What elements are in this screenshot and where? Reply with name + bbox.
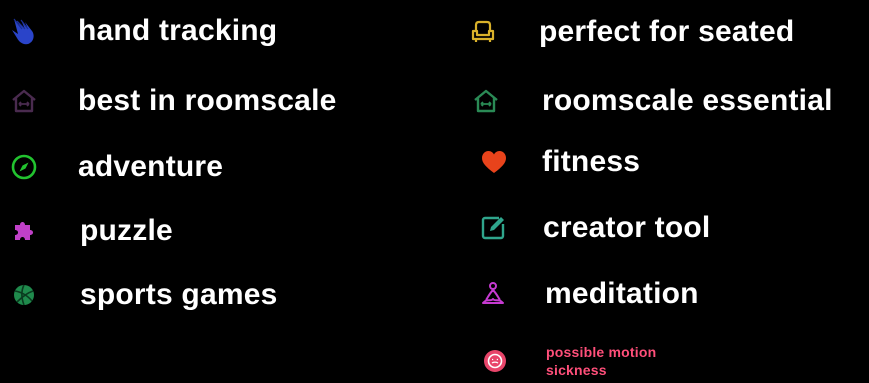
meditation-icon	[477, 278, 509, 310]
roomscale-home-icon	[8, 85, 40, 117]
legend-item-puzzle: puzzle	[8, 209, 173, 253]
queasy-face-icon	[479, 345, 511, 377]
legend-item-possible-motion-sickness: possible motion sickness	[479, 341, 696, 381]
legend-item-creator-tool: creator tool	[477, 206, 710, 250]
legend-label: fitness	[542, 145, 641, 178]
armchair-icon	[467, 16, 499, 48]
heart-icon	[478, 146, 510, 178]
legend-label: meditation	[545, 277, 699, 310]
hand-icon	[8, 15, 40, 47]
legend-item-meditation: meditation	[477, 272, 699, 316]
legend-label: hand tracking	[78, 14, 278, 47]
legend-label: best in roomscale	[78, 84, 337, 117]
legend-label: perfect for seated	[539, 15, 795, 48]
legend-label: possible motion sickness	[546, 344, 657, 378]
legend-item-sports-games: sports games	[8, 273, 277, 317]
legend-item-hand-tracking: hand tracking	[8, 9, 277, 53]
legend-label: creator tool	[543, 211, 711, 244]
legend-item-fitness: fitness	[478, 140, 640, 184]
legend-label: roomscale essential	[542, 84, 833, 117]
legend-label: puzzle	[80, 214, 173, 247]
legend-item-best-in-roomscale: best in roomscale	[8, 79, 337, 123]
compass-icon	[8, 151, 40, 183]
puzzle-piece-icon	[8, 215, 40, 247]
legend-item-adventure: adventure	[8, 145, 223, 189]
legend-item-roomscale-essential: roomscale essential	[470, 79, 833, 123]
legend-label: adventure	[78, 150, 224, 183]
legend-item-perfect-for-seated: perfect for seated	[467, 10, 794, 54]
roomscale-home-icon	[470, 85, 502, 117]
legend-label: sports games	[80, 278, 278, 311]
edit-square-icon	[477, 212, 509, 244]
volleyball-icon	[8, 279, 40, 311]
